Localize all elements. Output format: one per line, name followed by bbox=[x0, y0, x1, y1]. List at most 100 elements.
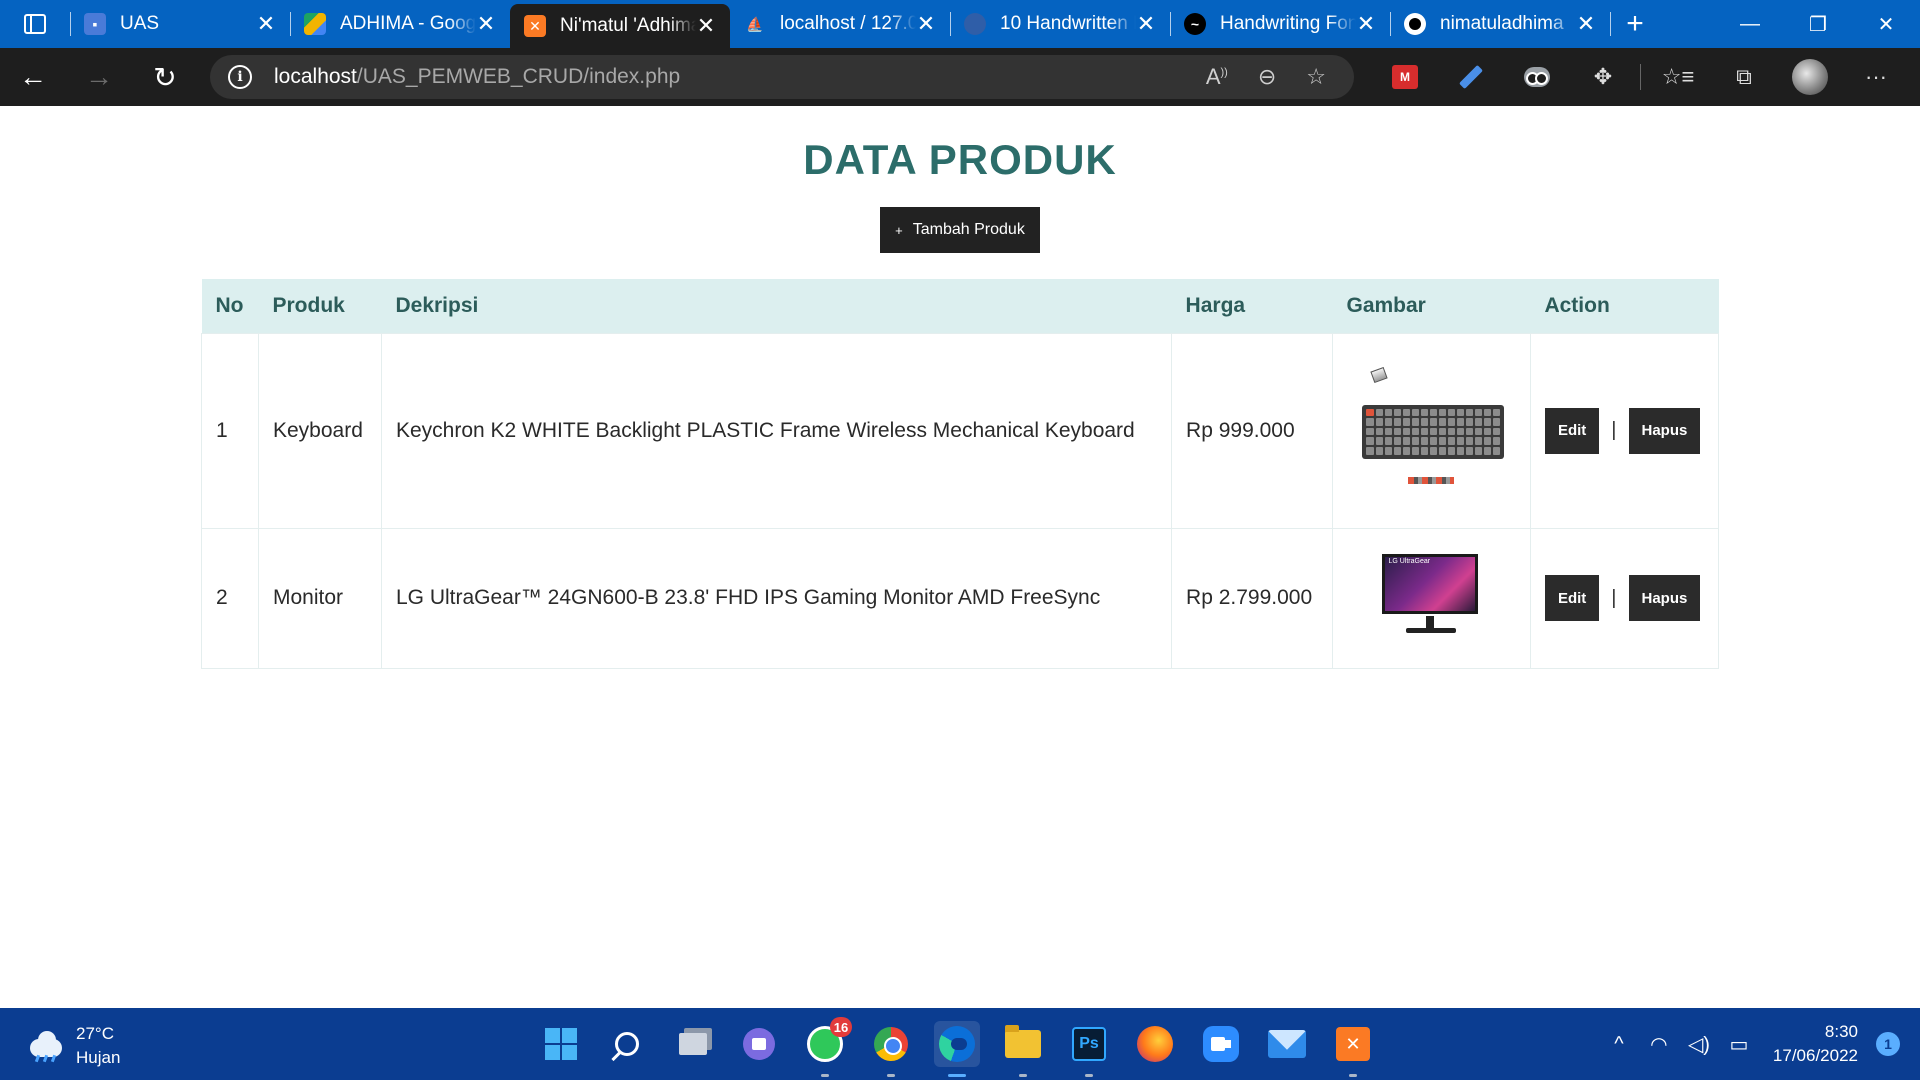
settings-menu-button[interactable]: ··· bbox=[1843, 48, 1909, 106]
key-graphic bbox=[1420, 446, 1428, 455]
delete-button[interactable]: Hapus bbox=[1628, 575, 1701, 621]
whatsapp-button[interactable]: 16 bbox=[802, 1017, 852, 1077]
start-button[interactable] bbox=[538, 1021, 584, 1067]
photoshop-button[interactable]: Ps bbox=[1066, 1021, 1112, 1077]
key-graphic bbox=[1384, 446, 1392, 455]
more-icon: ··· bbox=[1865, 64, 1887, 89]
add-product-button[interactable]: + Tambah Produk bbox=[880, 207, 1040, 253]
close-tab-icon[interactable]: ✕ bbox=[256, 11, 276, 37]
clock[interactable]: 8:30 17/06/2022 bbox=[1773, 1020, 1858, 1068]
key-graphic bbox=[1393, 418, 1401, 426]
key-graphic bbox=[1493, 408, 1501, 417]
key-graphic bbox=[1411, 427, 1419, 436]
site-info-icon[interactable]: i bbox=[228, 65, 252, 89]
products-table: No Produk Dekripsi Harga Gambar Action 1… bbox=[201, 279, 1720, 669]
search-button[interactable] bbox=[604, 1021, 650, 1067]
notification-badge[interactable]: 1 bbox=[1876, 1032, 1900, 1056]
tab-handwritten-fonts[interactable]: 10 Handwritten Fonts ✕ bbox=[950, 0, 1170, 48]
keycap-strip-graphic bbox=[1408, 476, 1455, 484]
xampp-icon: ✕ bbox=[1336, 1027, 1370, 1061]
chat-icon bbox=[743, 1028, 775, 1060]
firefox-button[interactable] bbox=[1132, 1021, 1178, 1067]
key-graphic bbox=[1375, 408, 1383, 417]
key-graphic bbox=[1439, 408, 1447, 417]
xampp-icon: ✕ bbox=[524, 15, 546, 37]
close-tab-icon[interactable]: ✕ bbox=[476, 11, 496, 37]
forward-button[interactable]: → bbox=[66, 48, 132, 106]
file-explorer-button[interactable] bbox=[1000, 1021, 1046, 1077]
cell-no: 2 bbox=[201, 527, 259, 669]
favorites-icon: ☆≡ bbox=[1661, 64, 1695, 89]
close-window-button[interactable]: ✕ bbox=[1852, 0, 1920, 48]
minimize-button[interactable]: — bbox=[1716, 0, 1784, 48]
extension-owl-button[interactable] bbox=[1504, 48, 1570, 106]
running-indicator bbox=[948, 1074, 966, 1077]
tab-github[interactable]: nimatuladhima ✕ bbox=[1390, 0, 1610, 48]
cell-gambar: LG UltraGear bbox=[1331, 527, 1531, 669]
key-graphic bbox=[1448, 446, 1456, 455]
key-graphic bbox=[1366, 427, 1374, 436]
tab-bar: ▪ UAS ✕ ADHIMA - Google Drive ✕ ✕ Ni'mat… bbox=[0, 0, 1920, 48]
extension-pen-button[interactable] bbox=[1438, 48, 1504, 106]
restore-button[interactable]: ❐ bbox=[1784, 0, 1852, 48]
wifi-icon[interactable]: ◠ bbox=[1639, 1032, 1679, 1057]
key-graphic bbox=[1366, 437, 1374, 445]
new-tab-button[interactable]: + bbox=[1610, 0, 1660, 48]
refresh-button[interactable]: ↻ bbox=[132, 48, 198, 106]
close-tab-icon[interactable]: ✕ bbox=[1356, 11, 1376, 37]
profile-button[interactable] bbox=[1777, 48, 1843, 106]
tab-google-drive[interactable]: ADHIMA - Google Drive ✕ bbox=[290, 0, 510, 48]
tab-nimatul-adhima[interactable]: ✕ Ni'matul 'Adhima ✕ bbox=[510, 4, 730, 48]
close-tab-icon[interactable]: ✕ bbox=[1576, 11, 1596, 37]
key-graphic bbox=[1420, 408, 1428, 417]
zoom-button[interactable] bbox=[1198, 1021, 1244, 1067]
xampp-button[interactable]: ✕ bbox=[1330, 1021, 1376, 1077]
tab-title: Handwriting Fonts bbox=[1220, 13, 1356, 34]
edge-button[interactable] bbox=[934, 1021, 980, 1077]
key-graphic bbox=[1429, 418, 1437, 426]
tab-handwriting-fonts[interactable]: ~ Handwriting Fonts ✕ bbox=[1170, 0, 1390, 48]
key-graphic bbox=[1448, 427, 1456, 436]
edit-button[interactable]: Edit bbox=[1544, 575, 1600, 621]
address-bar-row: ← → ↻ i localhost/UAS_PEMWEB_CRUD/index.… bbox=[0, 48, 1920, 106]
tab-actions-button[interactable] bbox=[0, 0, 70, 48]
close-tab-icon[interactable]: ✕ bbox=[696, 13, 716, 39]
url-text[interactable]: localhost/UAS_PEMWEB_CRUD/index.php bbox=[274, 65, 680, 89]
add-favorite-icon[interactable]: ☆ bbox=[1306, 64, 1326, 90]
zoom-out-icon[interactable]: ⊖ bbox=[1258, 64, 1276, 90]
chevron-up-icon[interactable]: ^ bbox=[1599, 1033, 1639, 1056]
tab-uas[interactable]: ▪ UAS ✕ bbox=[70, 0, 290, 48]
cell-deskripsi: Keychron K2 WHITE Backlight PLASTIC Fram… bbox=[380, 332, 1173, 529]
teams-chat-button[interactable] bbox=[736, 1021, 782, 1067]
key-graphic bbox=[1484, 437, 1492, 445]
collections-button[interactable]: ⧉ bbox=[1711, 48, 1777, 106]
volume-icon[interactable]: ◁) bbox=[1679, 1032, 1719, 1057]
close-icon: ✕ bbox=[1877, 13, 1895, 36]
tab-phpmyadmin[interactable]: ⛵ localhost / 127.0.0.1 ✕ bbox=[730, 0, 950, 48]
close-tab-icon[interactable]: ✕ bbox=[1136, 11, 1156, 37]
key-graphic bbox=[1466, 427, 1474, 436]
chrome-button[interactable] bbox=[868, 1021, 914, 1077]
battery-icon[interactable]: ▭ bbox=[1719, 1032, 1759, 1057]
weather-widget[interactable]: 27°C Hujan bbox=[26, 1022, 120, 1070]
delete-button[interactable]: Hapus bbox=[1628, 407, 1701, 454]
tab-title: ADHIMA - Google Drive bbox=[340, 13, 476, 34]
monitor-image: LG UltraGear bbox=[1376, 550, 1486, 640]
task-view-button[interactable] bbox=[670, 1021, 716, 1067]
extensions-button[interactable]: ✥ bbox=[1570, 48, 1636, 106]
address-bar[interactable]: i localhost/UAS_PEMWEB_CRUD/index.php A)… bbox=[210, 55, 1354, 99]
weather-text: 27°C Hujan bbox=[76, 1022, 120, 1070]
key-graphic bbox=[1439, 427, 1447, 436]
favorites-button[interactable]: ☆≡ bbox=[1645, 48, 1711, 106]
task-view-icon bbox=[679, 1033, 707, 1055]
close-tab-icon[interactable]: ✕ bbox=[916, 11, 936, 37]
key-graphic bbox=[1384, 408, 1392, 417]
back-button[interactable]: ← bbox=[0, 48, 66, 106]
edit-button[interactable]: Edit bbox=[1544, 407, 1600, 454]
column-header-no: No bbox=[201, 279, 259, 333]
extension-red-button[interactable]: M bbox=[1372, 48, 1438, 106]
keyboard-graphic bbox=[1362, 404, 1505, 459]
key-graphic bbox=[1366, 418, 1374, 426]
mail-button[interactable] bbox=[1264, 1021, 1310, 1067]
read-aloud-icon[interactable]: A)) bbox=[1206, 64, 1228, 90]
